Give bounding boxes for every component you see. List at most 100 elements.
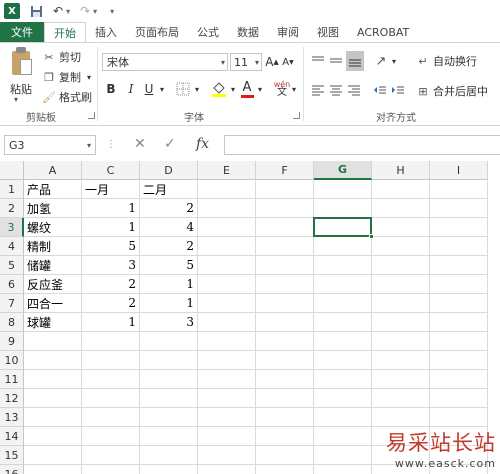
- grid-cell[interactable]: [256, 408, 314, 427]
- grid-cell[interactable]: [372, 199, 430, 218]
- grid-cell[interactable]: 二月: [140, 180, 198, 199]
- font-name-select[interactable]: 宋体 ▾: [102, 53, 228, 71]
- grid-cell[interactable]: [24, 465, 82, 474]
- grid-cell[interactable]: [430, 180, 488, 199]
- grid-cell[interactable]: [256, 180, 314, 199]
- column-header[interactable]: H: [372, 161, 430, 180]
- grid-cell[interactable]: [140, 389, 198, 408]
- grid-cell[interactable]: [82, 351, 140, 370]
- align-top-button[interactable]: [310, 53, 326, 69]
- grid-cell[interactable]: [198, 370, 256, 389]
- grid-cell[interactable]: [430, 256, 488, 275]
- orientation-dropdown[interactable]: ▾: [390, 53, 398, 69]
- row-header[interactable]: 5: [0, 256, 24, 275]
- active-cell-cursor[interactable]: [313, 217, 374, 239]
- column-header[interactable]: E: [198, 161, 256, 180]
- grid-cell[interactable]: [314, 199, 372, 218]
- select-all-corner[interactable]: [0, 161, 24, 180]
- grid-cell[interactable]: [140, 408, 198, 427]
- grid-cell[interactable]: [82, 446, 140, 465]
- customize-toolbar-button[interactable]: ▾: [107, 7, 114, 16]
- grid-cell[interactable]: [198, 351, 256, 370]
- undo-button[interactable]: ↶ ▾: [53, 4, 70, 18]
- orientation-button[interactable]: ↗: [372, 53, 390, 69]
- insert-function-icon[interactable]: fx: [196, 136, 209, 152]
- grid-cell[interactable]: [256, 427, 314, 446]
- grid-cell[interactable]: 2: [140, 237, 198, 256]
- font-size-select[interactable]: 11 ▾: [230, 53, 262, 71]
- tab-review[interactable]: 审阅: [268, 22, 308, 42]
- grid-cell[interactable]: [198, 218, 256, 237]
- grid-cell[interactable]: [82, 389, 140, 408]
- column-header[interactable]: D: [140, 161, 198, 180]
- grid-cell[interactable]: [372, 256, 430, 275]
- grid-cell[interactable]: [140, 427, 198, 446]
- tab-page-layout[interactable]: 页面布局: [126, 22, 188, 42]
- fill-color-button[interactable]: [210, 79, 228, 99]
- grid-cell[interactable]: [140, 332, 198, 351]
- grid-cell[interactable]: [82, 332, 140, 351]
- grid-cell[interactable]: [314, 408, 372, 427]
- phonetic-dropdown[interactable]: ▾: [290, 81, 298, 97]
- grid-cell[interactable]: [314, 389, 372, 408]
- enter-icon[interactable]: ✓: [164, 136, 176, 152]
- resize-handle-icon[interactable]: ⋮: [106, 139, 116, 150]
- tab-insert[interactable]: 插入: [86, 22, 126, 42]
- grid-cell[interactable]: 四合一: [24, 294, 82, 313]
- grid-cell[interactable]: [24, 446, 82, 465]
- grid-cell[interactable]: 1: [82, 218, 140, 237]
- border-button[interactable]: [174, 81, 192, 97]
- clipboard-launcher-icon[interactable]: [88, 112, 95, 119]
- grid-cell[interactable]: [256, 199, 314, 218]
- row-header[interactable]: 7: [0, 294, 24, 313]
- row-header[interactable]: 10: [0, 351, 24, 370]
- grid-cell[interactable]: 1: [140, 294, 198, 313]
- grid-cell[interactable]: [314, 237, 372, 256]
- column-header[interactable]: G: [314, 161, 372, 180]
- grid-cell[interactable]: [314, 370, 372, 389]
- row-header[interactable]: 6: [0, 275, 24, 294]
- font-color-button[interactable]: A: [240, 79, 254, 99]
- tab-acrobat[interactable]: ACROBAT: [348, 22, 418, 42]
- grid-cell[interactable]: [256, 446, 314, 465]
- grid-cell[interactable]: [430, 408, 488, 427]
- tab-file[interactable]: 文件: [0, 22, 44, 42]
- grid-cell[interactable]: [314, 351, 372, 370]
- grid-cell[interactable]: [198, 199, 256, 218]
- phonetic-button[interactable]: wén 文: [272, 79, 292, 99]
- align-left-button[interactable]: [310, 83, 326, 97]
- row-header[interactable]: 8: [0, 313, 24, 332]
- grid-cell[interactable]: 1: [140, 275, 198, 294]
- grid-cell[interactable]: [256, 237, 314, 256]
- decrease-indent-button[interactable]: [372, 83, 388, 97]
- grid-cell[interactable]: 5: [82, 237, 140, 256]
- grid-cell[interactable]: [198, 313, 256, 332]
- grid-cell[interactable]: [24, 351, 82, 370]
- row-header[interactable]: 2: [0, 199, 24, 218]
- row-header[interactable]: 1: [0, 180, 24, 199]
- wrap-text-button[interactable]: ↵ 自动换行: [416, 53, 477, 69]
- grid-cell[interactable]: [430, 275, 488, 294]
- align-middle-button[interactable]: [328, 53, 344, 69]
- grid-cell[interactable]: [314, 332, 372, 351]
- grid-cell[interactable]: [430, 237, 488, 256]
- copy-button[interactable]: ❐ 复制 ▾: [42, 69, 91, 85]
- grid-cell[interactable]: [372, 237, 430, 256]
- align-center-button[interactable]: [328, 83, 344, 97]
- grid-cell[interactable]: 球罐: [24, 313, 82, 332]
- grid-cell[interactable]: [256, 294, 314, 313]
- grid-cell[interactable]: [256, 370, 314, 389]
- border-dropdown[interactable]: ▾: [192, 81, 202, 97]
- grid-cell[interactable]: [140, 351, 198, 370]
- grid-cell[interactable]: [430, 218, 488, 237]
- grid-cell[interactable]: 反应釜: [24, 275, 82, 294]
- grid-cell[interactable]: 4: [140, 218, 198, 237]
- grow-font-button[interactable]: A ▲: [265, 55, 279, 69]
- shrink-font-button[interactable]: A ▼: [282, 55, 294, 69]
- grid-cell[interactable]: [198, 408, 256, 427]
- grid-cell[interactable]: [430, 332, 488, 351]
- grid-cell[interactable]: [314, 256, 372, 275]
- grid-cell[interactable]: [198, 294, 256, 313]
- grid-cell[interactable]: [314, 294, 372, 313]
- grid-cell[interactable]: 2: [82, 275, 140, 294]
